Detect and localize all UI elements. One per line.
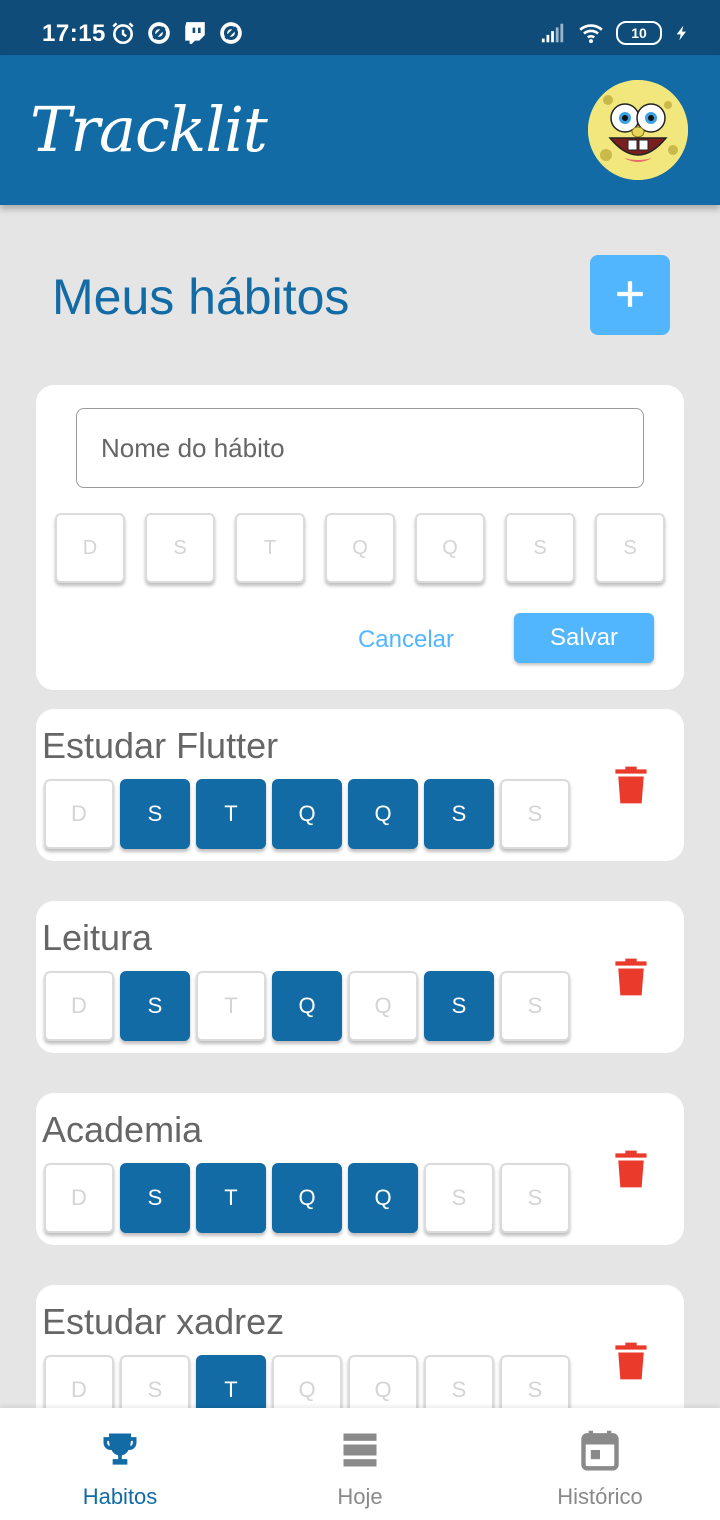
- avatar-image: [588, 80, 688, 180]
- habit-day-tuesday: T: [196, 1163, 266, 1233]
- plus-icon: [617, 280, 643, 307]
- habit-days: DSTQQSS: [44, 1163, 570, 1233]
- habit-day-wednesday: Q: [272, 971, 342, 1041]
- habit-day-sunday: D: [44, 971, 114, 1041]
- delete-habit-icon[interactable]: [614, 957, 648, 997]
- delete-habit-icon[interactable]: [614, 1149, 648, 1189]
- habit-day-friday: S: [424, 779, 494, 849]
- status-bar: 17:15 10: [0, 0, 720, 55]
- habit-day-friday: S: [424, 1163, 494, 1233]
- nav-item-habitos[interactable]: Habitos: [0, 1408, 240, 1520]
- habit-day-wednesday: Q: [272, 1163, 342, 1233]
- habit-day-monday: S: [120, 971, 190, 1041]
- signal-icon: [541, 23, 564, 43]
- habit-name: Estudar Flutter: [42, 725, 279, 766]
- day-toggle-sunday[interactable]: D: [55, 513, 125, 583]
- trophy-icon: [103, 1433, 137, 1465]
- app-notification-icon: [220, 22, 242, 44]
- nav-label-historico: Histórico: [557, 1484, 643, 1509]
- delete-habit-icon[interactable]: [614, 765, 648, 805]
- habit-name: Leitura: [42, 917, 153, 958]
- habit-name: Academia: [42, 1109, 203, 1150]
- habit-day-saturday: S: [500, 779, 570, 849]
- habit-day-saturday: S: [500, 971, 570, 1041]
- status-notification-icons: [110, 20, 244, 46]
- alarm-icon: [112, 22, 134, 45]
- habit-card: Estudar Flutter D S T Q Q S S: [36, 709, 684, 861]
- cancel-button[interactable]: Cancelar: [346, 615, 466, 665]
- day-toggle-thursday[interactable]: Q: [415, 513, 485, 583]
- habit-day-thursday: Q: [348, 779, 418, 849]
- day-toggle-monday[interactable]: S: [145, 513, 215, 583]
- habit-days: DSTQQSS: [44, 971, 570, 1041]
- day-toggle-wednesday[interactable]: Q: [325, 513, 395, 583]
- habit-day-monday: S: [120, 1163, 190, 1233]
- habit-day-monday: S: [120, 779, 190, 849]
- battery-indicator: 10: [616, 21, 662, 45]
- day-toggle-saturday[interactable]: S: [595, 513, 665, 583]
- app-notification-icon: [148, 22, 170, 44]
- habit-days: DSTQQSS: [44, 779, 570, 849]
- save-button[interactable]: Salvar: [514, 613, 654, 663]
- delete-habit-icon[interactable]: [614, 1341, 648, 1381]
- day-toggle-tuesday[interactable]: T: [235, 513, 305, 583]
- habit-day-thursday: Q: [348, 971, 418, 1041]
- nav-item-hoje[interactable]: Hoje: [240, 1408, 480, 1520]
- wifi-icon: [579, 24, 603, 44]
- bottom-navigation: Habitos Hoje Histórico: [0, 1408, 720, 1520]
- twitch-icon: [185, 22, 205, 44]
- habit-day-thursday: Q: [348, 1163, 418, 1233]
- top-app-bar: Tracklit: [0, 55, 720, 205]
- habit-card: Leitura D S T Q Q S S: [36, 901, 684, 1053]
- day-toggle-friday[interactable]: S: [505, 513, 575, 583]
- create-habit-form: D S T Q Q S S Cancelar Salvar: [36, 385, 684, 690]
- status-time: 17:15: [42, 20, 106, 47]
- today-icon: [343, 1433, 377, 1467]
- app-logo: Tracklit: [30, 93, 268, 166]
- nav-item-historico[interactable]: Histórico: [480, 1408, 720, 1520]
- status-system-icons: 10: [540, 20, 690, 46]
- habit-name: Estudar xadrez: [42, 1301, 285, 1342]
- habit-card: Academia D S T Q Q S S: [36, 1093, 684, 1245]
- habit-day-saturday: S: [500, 1163, 570, 1233]
- page-title: Meus hábitos: [52, 269, 350, 325]
- charging-icon: [676, 25, 686, 41]
- habit-day-wednesday: Q: [272, 779, 342, 849]
- habit-day-sunday: D: [44, 779, 114, 849]
- calendar-icon: [581, 1430, 619, 1471]
- habit-day-tuesday: T: [196, 971, 266, 1041]
- create-day-selector: D S T Q Q S S: [55, 513, 665, 583]
- nav-label-habitos: Habitos: [82, 1484, 158, 1509]
- user-avatar[interactable]: [588, 80, 688, 180]
- habit-name-input[interactable]: [76, 408, 644, 488]
- habit-day-sunday: D: [44, 1163, 114, 1233]
- nav-label-hoje: Hoje: [337, 1484, 383, 1509]
- add-habit-button[interactable]: [590, 255, 670, 335]
- habit-day-friday: S: [424, 971, 494, 1041]
- habit-day-tuesday: T: [196, 779, 266, 849]
